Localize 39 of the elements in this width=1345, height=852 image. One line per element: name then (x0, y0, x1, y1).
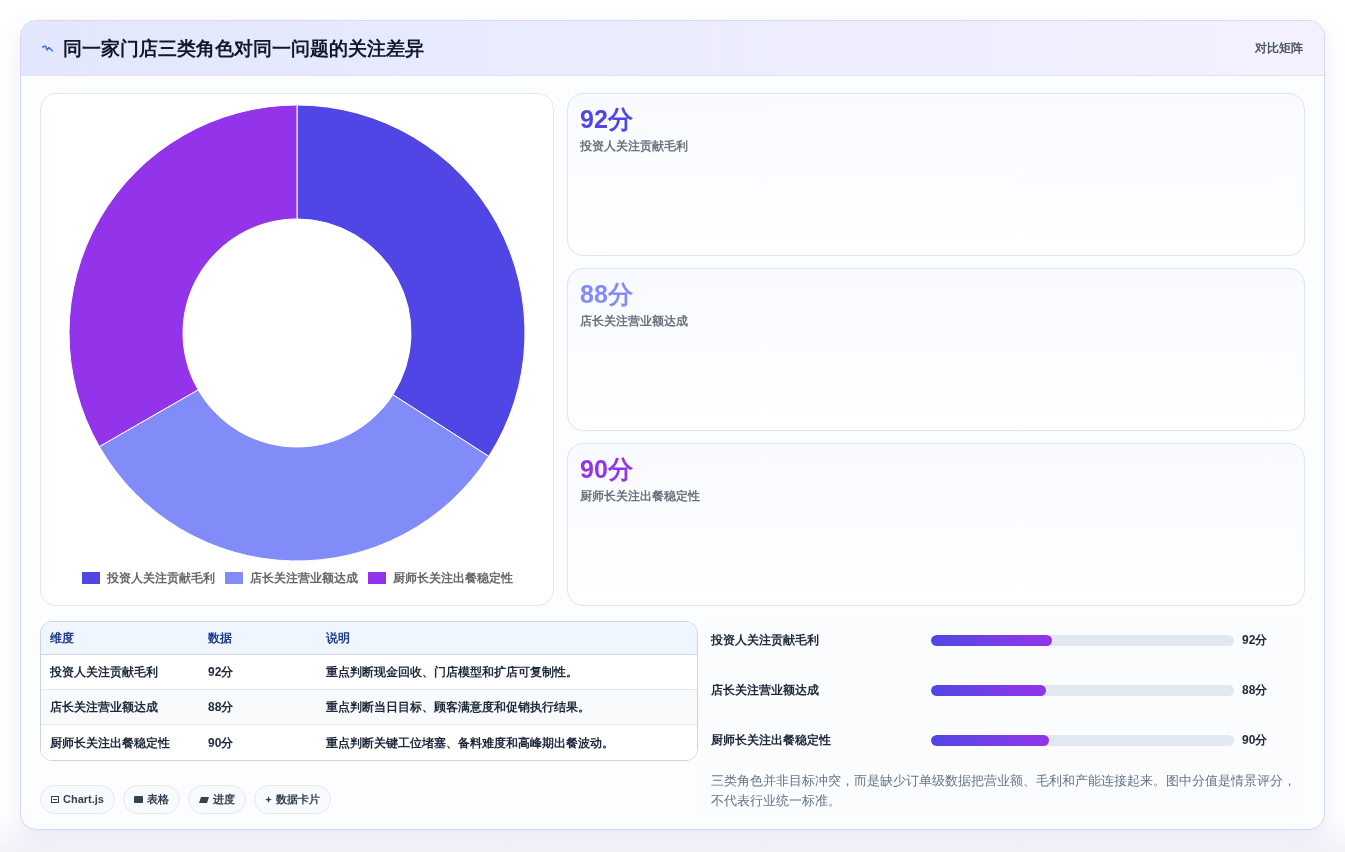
table-cell-text: 重点判断现金回收、门店模型和扩店可复制性。 (325, 664, 579, 681)
bar-label: 厨师长关注出餐稳定性 (711, 732, 832, 749)
bar-label: 投资人关注贡献毛利 (711, 632, 820, 649)
header-label: 对比矩阵 (1255, 40, 1303, 57)
bar-reading: 88分 (1242, 682, 1269, 699)
column-header: 数据 (207, 630, 233, 647)
zigzag-icon (42, 44, 53, 52)
sparkle-icon (264, 796, 272, 803)
square-icon (133, 796, 143, 803)
table-cell-text: 重点判断当日目标、顾客满意度和促销执行结果。 (325, 699, 591, 716)
column-header: 说明 (325, 630, 351, 647)
legend-label: 厨师长关注出餐稳定性 (392, 570, 513, 587)
tag-label: 数据卡片 (275, 792, 320, 808)
table-cell-text: 投资人关注贡献毛利 (49, 664, 159, 681)
stat-label: 投资人关注贡献毛利 (580, 138, 689, 155)
page-title: 同一家门店三类角色对同一问题的关注差异 (63, 38, 424, 58)
table-cell-text: 重点判断关键工位堵塞、备料难度和高峰期出餐波动。 (325, 734, 615, 752)
framed-line-icon (51, 796, 59, 803)
legend-label: 店长关注营业额达成 (249, 570, 358, 587)
stat-value: 88分 (580, 279, 634, 309)
tag-label: 进度 (212, 792, 235, 808)
table-cell-text: 88分 (207, 699, 235, 716)
bar-reading: 92分 (1242, 632, 1269, 649)
bar-reading: 90分 (1242, 732, 1269, 749)
table-cell-text: 厨师长关注出餐稳定性 (49, 734, 171, 752)
tag-label: 表格 (146, 792, 169, 808)
parallelogram-icon (198, 796, 209, 803)
stat-value: 90分 (580, 454, 634, 484)
stat-value: 92分 (580, 104, 634, 134)
bar-label: 店长关注营业额达成 (711, 682, 820, 699)
table-cell-text: 店长关注营业额达成 (49, 699, 159, 716)
column-header: 维度 (49, 630, 75, 647)
legend-label: 投资人关注贡献毛利 (106, 570, 215, 587)
tag-label: Chart.js (63, 792, 104, 808)
table-cell-text: 92分 (207, 664, 235, 681)
stat-label: 店长关注营业额达成 (580, 313, 689, 330)
table-cell-text: 90分 (207, 734, 235, 752)
stat-label: 厨师长关注出餐稳定性 (580, 488, 701, 505)
footnote: 三类角色并非目标冲突，而是缺少订单级数据把营业额、毛利和产能连接起来。图中分值是情景评分，不代表行业统一标准。 (711, 772, 1297, 810)
